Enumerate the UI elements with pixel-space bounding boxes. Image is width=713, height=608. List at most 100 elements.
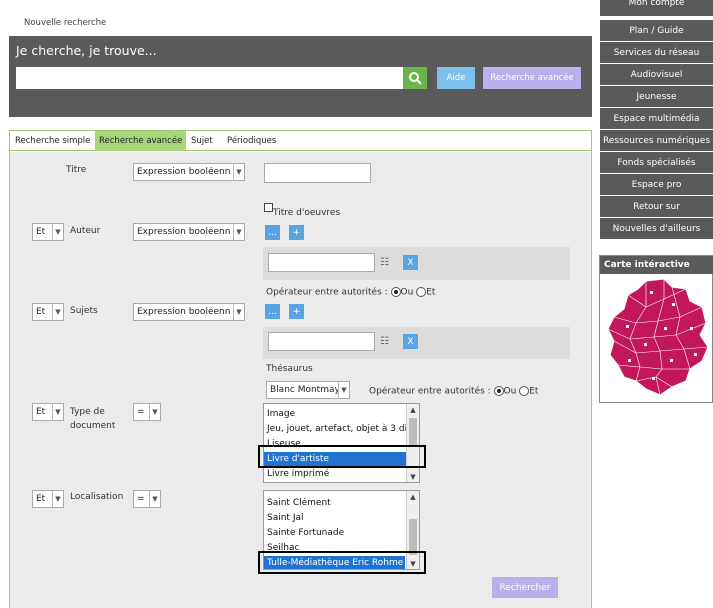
nav-item-account[interactable]: Mon compte: [600, 0, 713, 16]
auteur-operator-row: Opérateur entre autorités : Ou Et: [266, 287, 435, 298]
auteur-add-button[interactable]: +: [289, 225, 304, 240]
interactive-map[interactable]: [606, 277, 710, 397]
titre-mode-select[interactable]: Expression booléenn ▼: [133, 163, 245, 181]
type-label: Type de document: [70, 405, 115, 433]
loc-label: Localisation: [70, 492, 124, 502]
nav-item-ressources[interactable]: Ressources numériques: [600, 130, 713, 151]
nav-item-account-label: Mon compte: [628, 0, 685, 8]
titre-mode-value: Expression booléenn: [137, 167, 231, 177]
tab-periodicals[interactable]: Périodiques: [223, 131, 280, 151]
loc-compare-value: =: [137, 494, 145, 504]
et-label: Et: [426, 287, 436, 298]
loc-operator-select[interactable]: Et ▼: [32, 490, 64, 508]
ou-label: Ou: [503, 386, 517, 397]
operator-label: Opérateur entre autorités :: [369, 386, 491, 397]
nav-item-nouvelles[interactable]: Nouvelles d'ailleurs: [600, 218, 713, 239]
et-label: Et: [529, 386, 539, 397]
tab-subject[interactable]: Sujet: [187, 131, 217, 151]
selection-highlight-box: [258, 551, 426, 574]
search-icon: [409, 72, 422, 85]
scrollbar-thumb[interactable]: [409, 418, 417, 446]
scrollbar[interactable]: ▲ ▼: [406, 404, 419, 482]
book-icon[interactable]: ☷: [380, 336, 389, 347]
chevron-down-icon: ▼: [52, 491, 63, 507]
advanced-search-button[interactable]: Recherche avancée: [483, 67, 581, 89]
titre-oeuvres-checkbox[interactable]: [264, 203, 273, 212]
chevron-down-icon: ▼: [52, 224, 63, 240]
loc-compare-select[interactable]: = ▼: [133, 490, 161, 508]
list-item[interactable]: Sainte Fortunade: [264, 526, 419, 541]
auteur-mode-select[interactable]: Expression booléenn ▼: [133, 223, 245, 241]
type-compare-select[interactable]: = ▼: [133, 403, 161, 421]
scrollbar-thumb[interactable]: [409, 519, 417, 555]
radio-ou[interactable]: [493, 386, 504, 396]
chevron-up-icon[interactable]: ▲: [407, 491, 419, 502]
loc-operator-value: Et: [36, 494, 46, 504]
new-search-tab[interactable]: Nouvelle recherche: [24, 18, 106, 28]
auteur-operator-select[interactable]: Et ▼: [32, 223, 64, 241]
thesaurus-label: Thésaurus: [266, 364, 313, 374]
chevron-down-icon: ▼: [233, 164, 244, 180]
sujets-browse-button[interactable]: ...: [265, 304, 280, 319]
nav-item-services[interactable]: Services du réseau: [600, 42, 713, 63]
sujets-operator-row: Opérateur entre autorités : Ou Et: [369, 386, 538, 397]
search-title: Je cherche, je trouve...: [16, 43, 157, 58]
chevron-down-icon: ▼: [52, 304, 63, 320]
radio-et[interactable]: [416, 287, 427, 297]
help-button[interactable]: Aide: [437, 67, 475, 89]
search-input[interactable]: [16, 67, 403, 89]
auteur-operator-value: Et: [36, 227, 46, 237]
chevron-down-icon: ▼: [149, 404, 160, 420]
sujets-input[interactable]: [268, 332, 375, 351]
operator-label: Opérateur entre autorités :: [266, 287, 388, 298]
chevron-down-icon: ▼: [338, 382, 349, 398]
auteur-input[interactable]: [268, 253, 375, 272]
radio-ou[interactable]: [390, 287, 401, 297]
tab-advanced[interactable]: Recherche avancée: [95, 131, 187, 151]
list-item[interactable]: Jeu, jouet, artefact, objet à 3 di: [264, 422, 419, 437]
type-operator-value: Et: [36, 407, 46, 417]
auteur-mode-value: Expression booléenn: [137, 227, 231, 237]
sujets-operator-select[interactable]: Et ▼: [32, 303, 64, 321]
titre-oeuvres-label: Titre d'oeuvres: [273, 208, 341, 218]
auteur-browse-button[interactable]: ...: [265, 225, 280, 240]
thesaurus-value: Blanc Montmay: [270, 385, 338, 395]
nav-item-audiovisuel[interactable]: Audiovisuel: [600, 64, 713, 85]
nav-item-jeunesse[interactable]: Jeunesse: [600, 86, 713, 107]
auteur-remove-button[interactable]: X: [403, 255, 418, 270]
sujets-remove-button[interactable]: X: [403, 334, 418, 349]
sujets-label: Sujets: [70, 306, 98, 316]
submit-search-button[interactable]: Rechercher: [492, 577, 558, 598]
sujets-add-button[interactable]: +: [289, 304, 304, 319]
sujets-operator-value: Et: [36, 307, 46, 317]
list-item[interactable]: Image: [264, 407, 419, 422]
sujets-mode-select[interactable]: Expression booléenn ▼: [133, 303, 245, 321]
type-listbox[interactable]: Image Jeu, jouet, artefact, objet à 3 di…: [263, 403, 420, 483]
type-label-line2: document: [70, 421, 116, 431]
type-compare-value: =: [137, 407, 145, 417]
nav-item-retour[interactable]: Retour sur: [600, 196, 713, 217]
chevron-down-icon: ▼: [52, 404, 63, 420]
thesaurus-select[interactable]: Blanc Montmay ▼: [266, 381, 350, 399]
type-operator-select[interactable]: Et ▼: [32, 403, 64, 421]
titre-input[interactable]: [264, 163, 371, 183]
chevron-down-icon[interactable]: ▼: [407, 471, 419, 482]
map-title: Carte intéractive: [600, 256, 713, 274]
nav-item-plan[interactable]: Plan / Guide: [600, 20, 713, 41]
book-icon[interactable]: ☷: [380, 257, 389, 268]
type-label-line1: Type de: [70, 407, 105, 417]
tab-simple[interactable]: Recherche simple: [11, 131, 94, 151]
titre-label: Titre: [66, 165, 87, 175]
nav-item-multimedia[interactable]: Espace multimédia: [600, 108, 713, 129]
list-item[interactable]: Livre imprimé: [264, 467, 419, 482]
chevron-down-icon: ▼: [233, 224, 244, 240]
chevron-up-icon[interactable]: ▲: [407, 404, 419, 415]
sujets-mode-value: Expression booléenn: [137, 307, 231, 317]
nav-item-fonds[interactable]: Fonds spécialisés: [600, 152, 713, 173]
search-button[interactable]: [403, 67, 427, 89]
radio-et[interactable]: [519, 386, 530, 396]
nav-item-espace-pro[interactable]: Espace pro: [600, 174, 713, 195]
list-item[interactable]: Saint Jal: [264, 511, 419, 526]
chevron-down-icon: ▼: [233, 304, 244, 320]
list-item[interactable]: Saint Clément: [264, 496, 419, 511]
